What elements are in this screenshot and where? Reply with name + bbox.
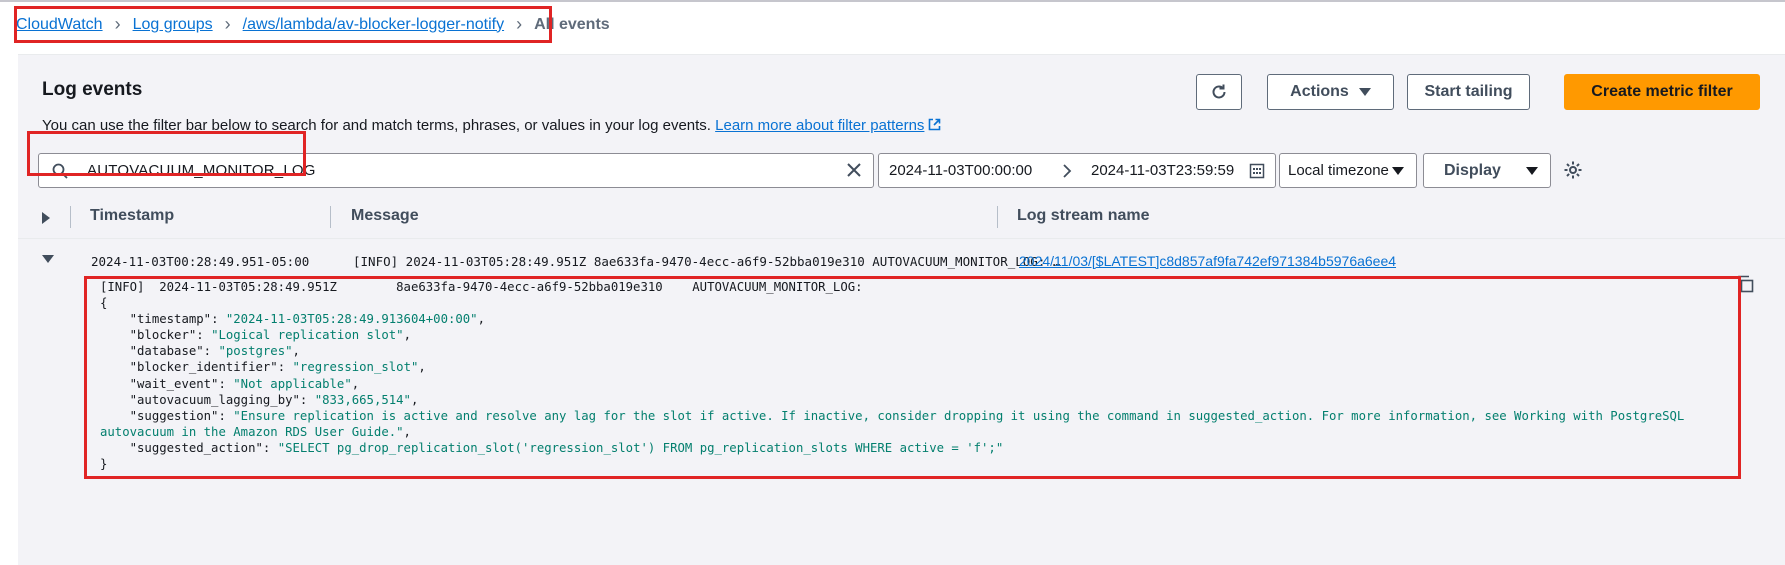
date-start: 2024-11-03T00:00:00 bbox=[889, 162, 1033, 179]
learn-more-link[interactable]: Learn more about filter patterns bbox=[715, 117, 941, 134]
highlight-box-expanded-log bbox=[84, 276, 1741, 479]
learn-more-label: Learn more about filter patterns bbox=[715, 117, 925, 134]
display-label: Display bbox=[1444, 161, 1501, 179]
chevron-right-icon bbox=[1063, 164, 1072, 178]
table-row[interactable]: 2024-11-03T00:28:49.951-05:00 [INFO] 202… bbox=[18, 240, 1785, 272]
top-border bbox=[0, 0, 1785, 2]
header-log-stream[interactable]: Log stream name bbox=[1017, 207, 1149, 225]
timezone-value: Local timezone bbox=[1288, 162, 1389, 179]
column-divider bbox=[330, 206, 331, 228]
row-log-stream-link[interactable]: 2024/11/03/[$LATEST]c8d857af9fa742ef9713… bbox=[1019, 253, 1396, 269]
create-metric-filter-button[interactable]: Create metric filter bbox=[1564, 74, 1760, 110]
caret-down-icon bbox=[1358, 88, 1371, 96]
highlight-box-breadcrumb bbox=[14, 6, 552, 43]
external-link-icon bbox=[929, 118, 941, 131]
column-divider bbox=[997, 206, 998, 228]
highlight-box-search bbox=[27, 131, 306, 176]
header-message[interactable]: Message bbox=[351, 207, 419, 225]
start-tailing-button[interactable]: Start tailing bbox=[1407, 74, 1530, 110]
actions-dropdown[interactable]: Actions bbox=[1267, 74, 1394, 110]
table-header: Timestamp Message Log stream name bbox=[18, 198, 1785, 239]
gear-icon[interactable] bbox=[1563, 160, 1583, 180]
date-end: 2024-11-03T23:59:59 bbox=[1091, 162, 1235, 179]
actions-label: Actions bbox=[1290, 83, 1349, 100]
row-message: [INFO] 2024-11-03T05:28:49.951Z 8ae633fa… bbox=[353, 254, 1061, 269]
refresh-icon bbox=[1212, 84, 1226, 99]
timezone-select[interactable]: Local timezone bbox=[1279, 153, 1417, 188]
header-timestamp[interactable]: Timestamp bbox=[90, 207, 174, 225]
expand-all-icon[interactable] bbox=[42, 212, 50, 224]
date-range-picker[interactable]: 2024-11-03T00:00:00 2024-11-03T23:59:59 bbox=[878, 153, 1276, 188]
refresh-button[interactable] bbox=[1196, 74, 1242, 110]
caret-down-icon bbox=[1526, 167, 1538, 175]
collapse-row-icon[interactable] bbox=[42, 255, 54, 263]
column-divider bbox=[70, 206, 71, 228]
close-icon[interactable] bbox=[845, 161, 863, 179]
panel-title: Log events bbox=[42, 79, 143, 100]
row-timestamp: 2024-11-03T00:28:49.951-05:00 bbox=[91, 254, 310, 269]
caret-down-icon bbox=[1392, 167, 1404, 175]
calendar-icon[interactable] bbox=[1249, 163, 1265, 179]
display-dropdown[interactable]: Display bbox=[1423, 153, 1551, 188]
